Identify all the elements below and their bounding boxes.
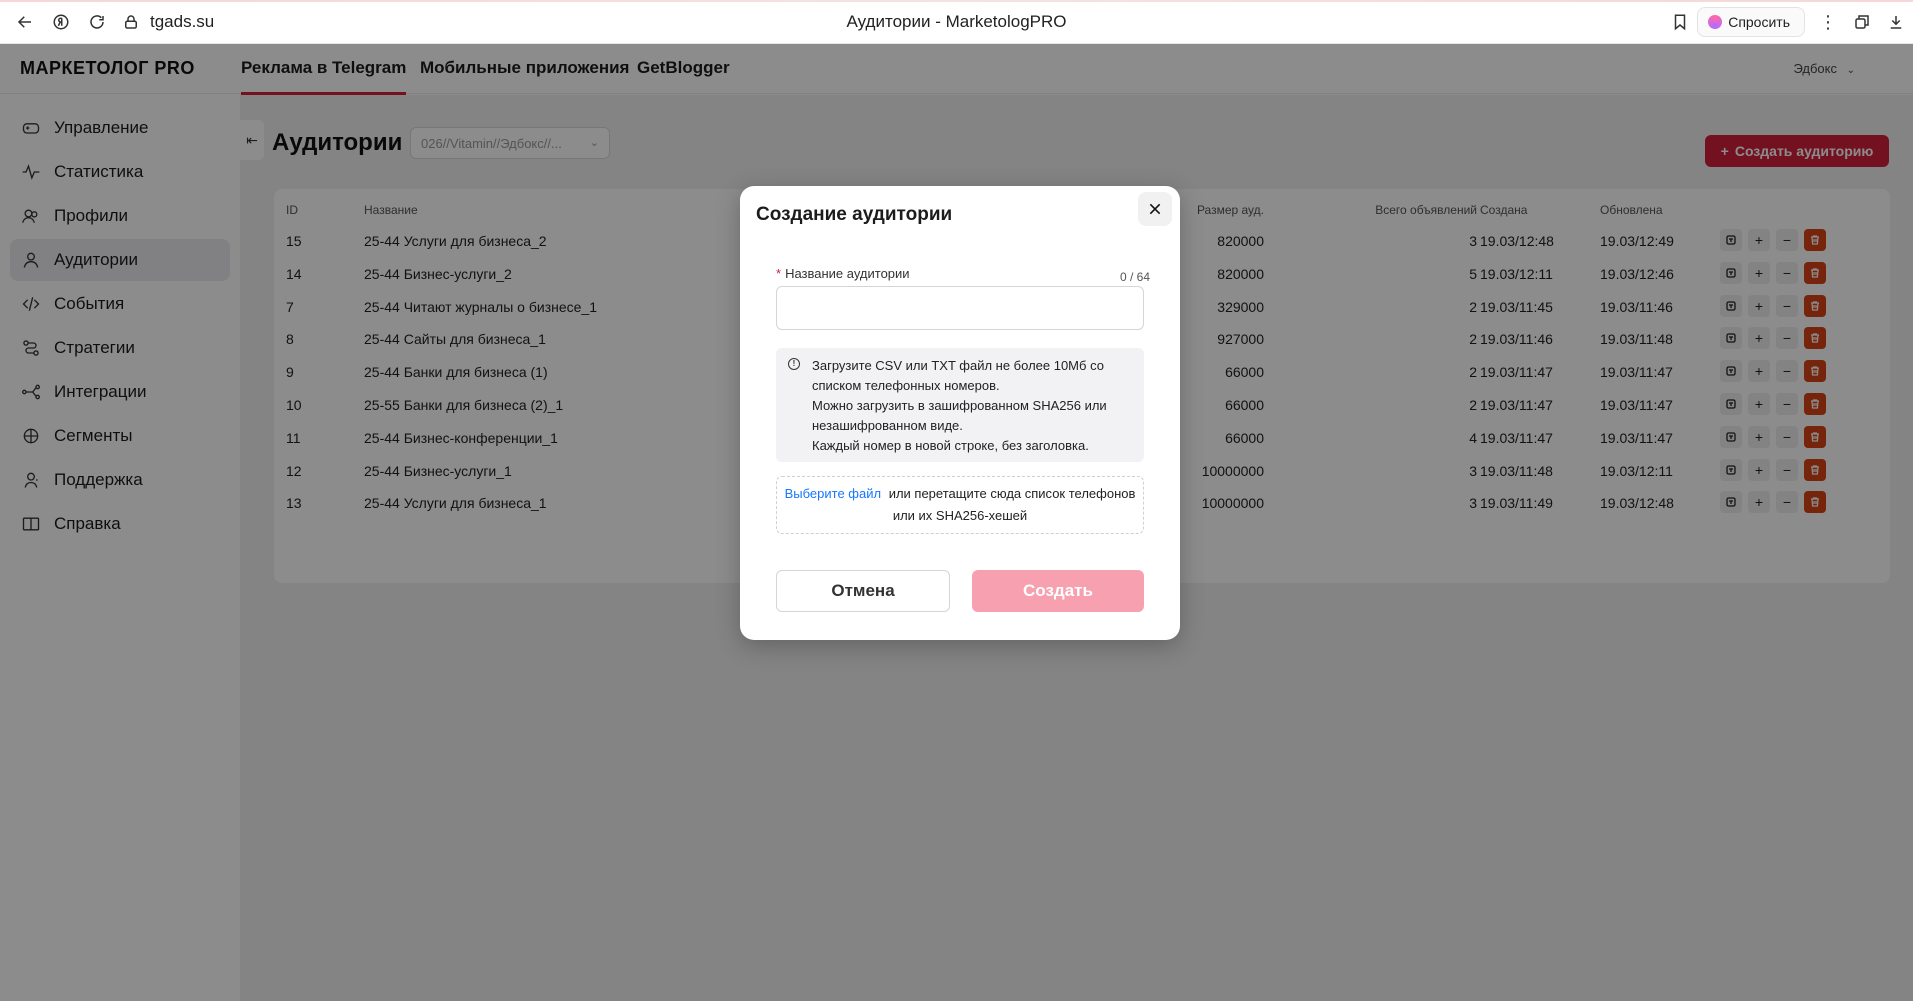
info-icon: !: [788, 358, 800, 370]
collections-button[interactable]: [1845, 7, 1879, 37]
browser-toolbar: tgads.su Аудитории - MarketologPRO Спрос…: [0, 0, 1913, 44]
close-icon: [1149, 203, 1161, 215]
download-icon: [1890, 16, 1902, 29]
browser-page-title: Аудитории - MarketologPRO: [846, 12, 1067, 31]
audience-name-input[interactable]: [776, 286, 1144, 330]
modal-title: Создание аудитории: [756, 204, 953, 225]
bookmark-icon: [1674, 14, 1686, 31]
required-mark: *: [776, 266, 782, 281]
browser-topline: [0, 0, 1913, 2]
drop-zone-text: или перетащите сюда список телефонов или…: [888, 486, 1136, 523]
alice-icon: [1708, 15, 1723, 29]
create-button[interactable]: Создать: [972, 570, 1144, 612]
modal-close-button[interactable]: [1138, 192, 1172, 226]
upload-info-text: Загрузите CSV или TXT файл не более 10Мб…: [812, 356, 1132, 456]
site-info-icon[interactable]: [122, 13, 140, 31]
info-line: Каждый номер в новой строке, без заголов…: [812, 438, 1089, 453]
browser-right-tools: Спросить ⋮: [1663, 0, 1913, 44]
collections-icon: [1855, 15, 1869, 29]
url-text[interactable]: tgads.su: [150, 12, 214, 32]
info-line: Загрузите CSV или TXT файл не более 10Мб…: [812, 358, 1104, 393]
yandex-button[interactable]: [48, 9, 74, 35]
char-counter: 0 / 64: [1119, 270, 1150, 284]
cancel-button[interactable]: Отмена: [776, 570, 950, 612]
reload-icon: [90, 14, 104, 29]
choose-file-link[interactable]: Выберите файл: [785, 486, 881, 501]
create-audience-modal: Создание аудитории * Название аудитории 0…: [740, 186, 1180, 640]
downloads-button[interactable]: [1879, 7, 1913, 37]
audience-name-label-text: Название аудитории: [785, 266, 910, 281]
ask-label: Спросить: [1728, 14, 1790, 30]
upload-info-box: ! Загрузите CSV или TXT файл не более 10…: [776, 348, 1144, 462]
bookmark-button[interactable]: [1663, 7, 1697, 37]
kebab-icon: ⋮: [1819, 11, 1837, 32]
arrow-left-icon: [17, 15, 31, 28]
ask-button[interactable]: Спросить: [1697, 7, 1805, 37]
address-bar[interactable]: tgads.su: [122, 7, 214, 37]
browser-menu-button[interactable]: ⋮: [1811, 7, 1845, 37]
audience-name-label: * Название аудитории: [776, 266, 910, 281]
yandex-icon: [53, 14, 69, 29]
reload-button[interactable]: [84, 9, 110, 35]
file-drop-zone[interactable]: Выберите файл или перетащите сюда список…: [776, 476, 1144, 534]
back-button[interactable]: [12, 9, 38, 35]
info-line: Можно загрузить в зашифрованном SHA256 и…: [812, 398, 1107, 433]
